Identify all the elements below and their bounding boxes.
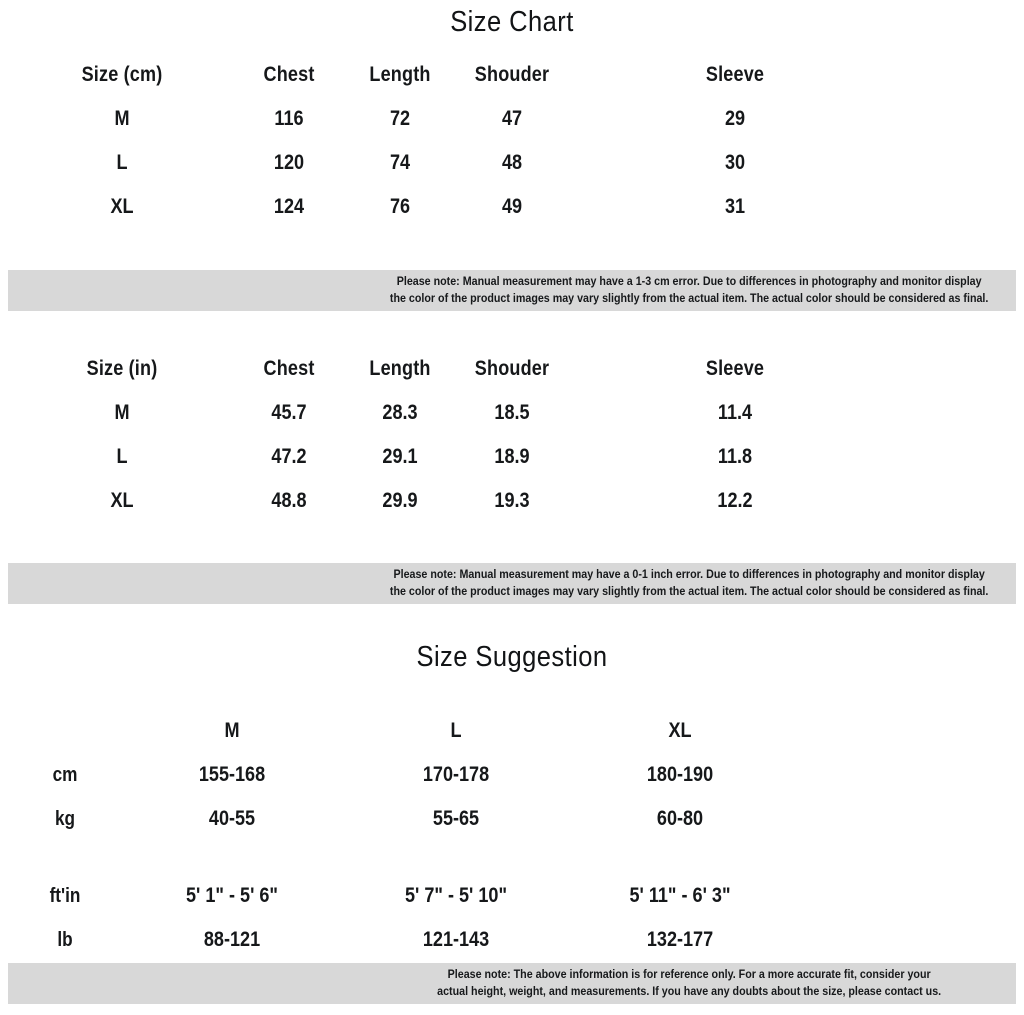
- cell-sleeve: 11.4: [717, 401, 753, 424]
- note-line-2: the color of the product images may vary…: [389, 292, 989, 305]
- table-row: M 45.7 28.3 18.5 11.4: [0, 400, 1024, 444]
- cell-xl: 60-80: [656, 807, 704, 830]
- cell-size: L: [116, 445, 128, 468]
- cell-size: L: [116, 151, 128, 174]
- note-line-1: Please note: The above information is fo…: [447, 969, 931, 981]
- cell-chest: 48.8: [271, 489, 307, 512]
- cell-chest: 124: [273, 195, 305, 218]
- page-title-size-chart: Size Chart: [450, 6, 574, 38]
- cell-chest: 116: [274, 107, 304, 130]
- cell-size: XL: [110, 195, 134, 218]
- cell-xl: 5' 11" - 6' 3": [629, 884, 731, 907]
- row-label-kg: kg: [54, 808, 76, 830]
- cell-length: 74: [389, 151, 411, 174]
- table-row: XL 48.8 29.9 19.3 12.2: [0, 488, 1024, 532]
- table-row: M 116 72 47 29: [0, 106, 1024, 150]
- cell-length: 72: [389, 107, 411, 130]
- column-header-sleeve: Sleeve: [705, 357, 765, 380]
- suggestion-header-row: M L XL: [0, 718, 1024, 762]
- column-header-length: Length: [369, 357, 431, 380]
- size-suggestion-table: M L XL cm 155-168 170-178 180-190 kg 40-…: [0, 718, 1024, 971]
- note-line-1: Please note: Manual measurement may have…: [396, 276, 982, 288]
- cell-sleeve: 12.2: [717, 489, 753, 512]
- cell-shoulder: 49: [501, 195, 523, 218]
- cell-l: 5' 7" - 5' 10": [404, 884, 508, 907]
- cell-chest: 120: [273, 151, 305, 174]
- size-table-in: Size (in) Chest Length Shouder Sleeve M …: [0, 356, 1024, 532]
- cell-length: 76: [389, 195, 411, 218]
- cell-shoulder: 19.3: [494, 489, 530, 512]
- note-text-in: Please note: Manual measurement may have…: [368, 567, 1010, 600]
- cell-sleeve: 29: [724, 107, 746, 130]
- cell-l: 170-178: [422, 763, 490, 786]
- column-header-chest: Chest: [263, 63, 315, 86]
- cell-size: M: [114, 401, 130, 424]
- row-label-cm: cm: [52, 764, 78, 786]
- column-header-size: Size (cm): [81, 63, 163, 86]
- page-title-size-suggestion: Size Suggestion: [416, 641, 608, 673]
- column-header-length: Length: [369, 63, 431, 86]
- cell-xl: 132-177: [646, 928, 714, 951]
- suggestion-row-spacer: [0, 850, 1024, 883]
- size-table-cm: Size (cm) Chest Length Shouder Sleeve M …: [0, 62, 1024, 238]
- cell-chest: 45.7: [271, 401, 307, 424]
- table-header-row-cm: Size (cm) Chest Length Shouder Sleeve: [0, 62, 1024, 106]
- column-header-m: M: [224, 719, 240, 742]
- table-header-row-in: Size (in) Chest Length Shouder Sleeve: [0, 356, 1024, 400]
- row-label-ftin: ft'in: [49, 885, 81, 907]
- suggestion-row-cm: cm 155-168 170-178 180-190: [0, 762, 1024, 806]
- note-band-cm: Please note: Manual measurement may have…: [8, 270, 1016, 311]
- note-line-2: the color of the product images may vary…: [389, 585, 989, 598]
- column-header-shoulder: Shouder: [474, 63, 550, 86]
- cell-l: 121-143: [422, 928, 490, 951]
- row-label-lb: lb: [57, 929, 73, 951]
- note-line-1: Please note: Manual measurement may have…: [393, 569, 985, 581]
- column-header-size: Size (in): [86, 357, 158, 380]
- column-header-shoulder: Shouder: [474, 357, 550, 380]
- cell-m: 40-55: [208, 807, 256, 830]
- cell-m: 88-121: [203, 928, 261, 951]
- table-row: L 120 74 48 30: [0, 150, 1024, 194]
- table-row: XL 124 76 49 31: [0, 194, 1024, 238]
- suggestion-row-ftin: ft'in 5' 1" - 5' 6" 5' 7" - 5' 10" 5' 11…: [0, 883, 1024, 927]
- table-row: L 47.2 29.1 18.9 11.8: [0, 444, 1024, 488]
- cell-shoulder: 47: [501, 107, 523, 130]
- cell-chest: 47.2: [271, 445, 307, 468]
- note-text-cm: Please note: Manual measurement may have…: [368, 274, 1010, 307]
- cell-sleeve: 11.8: [717, 445, 753, 468]
- cell-m: 155-168: [198, 763, 266, 786]
- column-header-sleeve: Sleeve: [705, 63, 765, 86]
- cell-xl: 180-190: [646, 763, 714, 786]
- cell-l: 55-65: [432, 807, 480, 830]
- cell-length: 28.3: [382, 401, 418, 424]
- cell-size: XL: [110, 489, 134, 512]
- cell-length: 29.9: [382, 489, 418, 512]
- cell-sleeve: 31: [724, 195, 746, 218]
- column-header-xl: XL: [668, 719, 692, 742]
- column-header-l: L: [450, 719, 462, 742]
- note-band-in: Please note: Manual measurement may have…: [8, 563, 1016, 604]
- cell-shoulder: 18.9: [494, 445, 530, 468]
- suggestion-row-kg: kg 40-55 55-65 60-80: [0, 806, 1024, 850]
- cell-m: 5' 1" - 5' 6": [186, 884, 278, 907]
- cell-length: 29.1: [382, 445, 418, 468]
- cell-shoulder: 18.5: [494, 401, 530, 424]
- note-line-2: actual height, weight, and measurements.…: [437, 985, 942, 998]
- note-band-suggestion: Please note: The above information is fo…: [8, 963, 1016, 1004]
- column-header-chest: Chest: [263, 357, 315, 380]
- cell-size: M: [114, 107, 130, 130]
- note-text-suggestion: Please note: The above information is fo…: [368, 967, 1010, 1000]
- cell-shoulder: 48: [501, 151, 523, 174]
- cell-sleeve: 30: [724, 151, 746, 174]
